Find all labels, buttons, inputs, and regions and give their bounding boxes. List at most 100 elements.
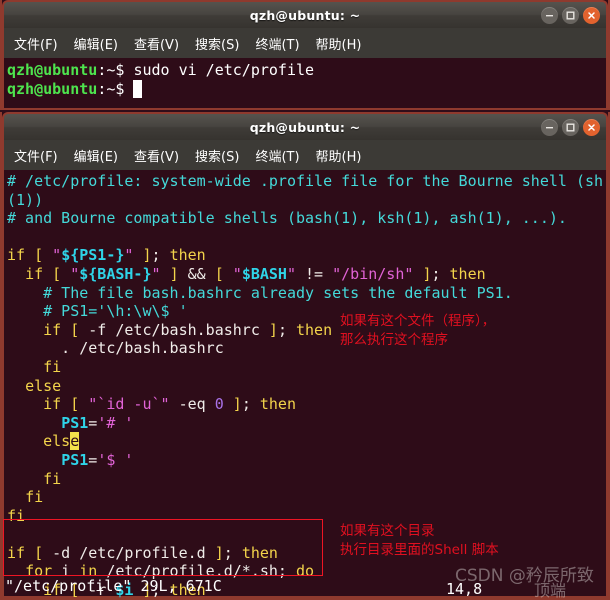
terminal-span: ; — [241, 395, 260, 414]
menu-item-file[interactable]: 文件(F) — [12, 32, 60, 55]
terminal-span: fi — [43, 469, 62, 488]
terminal-line: fi — [7, 488, 606, 507]
watermark-secondary: 顶端 — [534, 581, 567, 600]
terminal-line: qzh@ubuntu:~$ sudo vi /etc/profile — [7, 61, 606, 80]
terminal-span: then — [241, 543, 278, 562]
menubar-vi: 文件(F) 编辑(E) 查看(V) 搜索(S) 终端(T) 帮助(H) — [2, 140, 608, 170]
terminal-span — [7, 432, 43, 450]
terminal-span — [7, 414, 61, 432]
window-title: qzh@ubuntu: ~ — [249, 7, 361, 23]
terminal-span — [161, 265, 170, 283]
terminal-span: ] — [232, 395, 242, 414]
titlebar-vi[interactable]: qzh@ubuntu: ~ — [2, 112, 608, 140]
terminal-line: PS1='$ ' — [7, 451, 606, 470]
terminal-span: ${BASH-} — [79, 264, 152, 283]
close-icon[interactable] — [583, 119, 600, 136]
menu-item-help[interactable]: 帮助(H) — [314, 144, 364, 167]
terminal-span: ] — [268, 320, 278, 339]
terminal-span: ] — [169, 264, 179, 283]
terminal-span: if — [7, 246, 26, 265]
terminal-span: ] — [142, 246, 152, 265]
terminal-line: fi — [7, 470, 606, 489]
terminal-window-top[interactable]: qzh@ubuntu: ~ 文件(F) 编辑(E) 查看(V) 搜索(S) 终端… — [0, 0, 610, 110]
terminal-span: :~$ — [97, 79, 134, 98]
terminal-span: ] — [214, 543, 224, 562]
terminal-span — [7, 488, 25, 506]
terminal-span: els — [43, 432, 71, 451]
terminal-span: -d /etc/profile.d — [43, 543, 215, 562]
terminal-line: if [ -f /etc/bash.bashrc ]; then — [7, 321, 606, 340]
titlebar-top[interactable]: qzh@ubuntu: ~ — [2, 0, 608, 28]
vi-editor-buffer[interactable]: # /etc/profile: system-wide .profile fil… — [2, 170, 608, 598]
terminal-line: fi — [7, 507, 606, 526]
terminal-span — [7, 358, 43, 376]
terminal-span — [224, 265, 233, 283]
terminal-span: 0 — [214, 395, 224, 414]
terminal-span — [25, 544, 34, 562]
minimize-icon[interactable] — [541, 7, 558, 24]
terminal-span: :~$ — [97, 61, 134, 79]
menubar-top: 文件(F) 编辑(E) 查看(V) 搜索(S) 终端(T) 帮助(H) — [2, 28, 608, 58]
terminal-span: # The file bash.bashrc already sets the … — [7, 283, 513, 302]
maximize-icon[interactable] — [562, 119, 579, 136]
menu-item-search[interactable]: 搜索(S) — [193, 32, 241, 55]
terminal-line: else — [7, 432, 606, 451]
terminal-span: " — [286, 264, 296, 283]
terminal-span — [61, 321, 70, 339]
terminal-line: if [ -d /etc/profile.d ]; then — [7, 544, 606, 563]
terminal-line: else — [7, 377, 606, 396]
menu-item-view[interactable]: 查看(V) — [132, 32, 181, 55]
terminal-span: -f /etc/bash.bashrc — [79, 320, 269, 339]
annotation-dir-exists: 如果有这个目录 执行目录里面的Shell 脚本 — [340, 523, 499, 558]
terminal-span: $BASH — [241, 264, 287, 283]
terminal-span — [7, 470, 43, 488]
terminal-span: "`id -u`" — [88, 395, 170, 414]
terminal-span — [43, 246, 52, 264]
terminal-span: if — [25, 264, 44, 283]
terminal-output-top[interactable]: qzh@ubuntu:~$ sudo vi /etc/profile qzh@ub… — [2, 58, 608, 108]
terminal-span: else — [25, 376, 62, 395]
terminal-span: if — [43, 395, 62, 414]
watermark-csdn: CSDN @矜辰所致 — [455, 566, 594, 586]
terminal-span: " — [232, 264, 242, 283]
menu-item-file[interactable]: 文件(F) — [12, 144, 60, 167]
terminal-span — [79, 395, 88, 413]
menu-item-search[interactable]: 搜索(S) — [193, 144, 241, 167]
terminal-line: if [ "`id -u`" -eq 0 ]; then — [7, 395, 606, 414]
menu-item-edit[interactable]: 编辑(E) — [72, 144, 120, 167]
terminal-line: # PS1='\h:\w\$ ' — [7, 302, 606, 321]
terminal-span: ${PS1-} — [61, 246, 125, 265]
terminal-span: ; — [223, 543, 242, 562]
maximize-icon[interactable] — [562, 7, 579, 24]
terminal-span: e — [70, 432, 80, 451]
menu-item-terminal[interactable]: 终端(T) — [253, 32, 301, 55]
menu-item-edit[interactable]: 编辑(E) — [72, 32, 120, 55]
terminal-line: qzh@ubuntu:~$ — [7, 79, 606, 99]
minimize-icon[interactable] — [541, 119, 558, 136]
terminal-span: " — [70, 264, 80, 283]
terminal-span — [61, 395, 70, 413]
terminal-span: qzh@ubuntu — [7, 79, 98, 98]
menu-item-view[interactable]: 查看(V) — [132, 144, 181, 167]
screen: qzh@ubuntu: ~ 文件(F) 编辑(E) 查看(V) 搜索(S) 终端… — [0, 0, 610, 600]
terminal-span — [7, 451, 61, 469]
terminal-span: then — [449, 264, 486, 283]
menu-item-help[interactable]: 帮助(H) — [314, 32, 364, 55]
annotation-file-exists: 如果有这个文件（程序）， 那么执行这个程序 — [340, 313, 496, 348]
menu-item-terminal[interactable]: 终端(T) — [253, 144, 301, 167]
terminal-span: fi — [43, 357, 62, 376]
window-controls-vi — [541, 119, 600, 136]
terminal-span — [25, 246, 34, 264]
terminal-span: qzh@ubuntu — [7, 61, 98, 79]
terminal-span — [61, 265, 70, 283]
terminal-span: && — [178, 264, 215, 283]
terminal-span: " — [52, 246, 62, 265]
terminal-span: ; — [431, 264, 450, 283]
terminal-span — [7, 321, 43, 339]
close-icon[interactable] — [583, 7, 600, 24]
terminal-window-vi[interactable]: qzh@ubuntu: ~ 文件(F) 编辑(E) 查看(V) 搜索(S) 终端… — [0, 112, 610, 600]
terminal-span: = — [88, 413, 98, 432]
terminal-span: [ — [34, 246, 44, 265]
